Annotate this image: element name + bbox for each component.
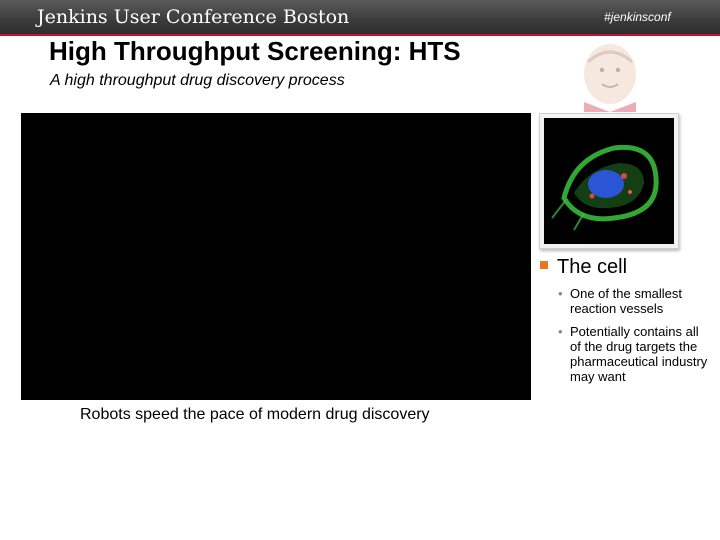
bullet-square-icon bbox=[540, 261, 548, 269]
bullet-dot-icon: • bbox=[558, 286, 563, 301]
header-bar: Jenkins User Conference Boston #jenkinsc… bbox=[0, 0, 720, 34]
cell-image-frame bbox=[539, 113, 679, 249]
cell-microscopy-image bbox=[544, 118, 674, 244]
bullet-main-text: The cell bbox=[557, 256, 628, 278]
bullet-the-cell: The cell bbox=[540, 256, 627, 279]
slide-subtitle: A high throughput drug discovery process bbox=[50, 72, 345, 89]
sub-bullet-text: Potentially contains all of the drug tar… bbox=[570, 324, 708, 384]
sub-bullet: • Potentially contains all of the drug t… bbox=[558, 324, 708, 384]
conference-title: Jenkins User Conference Boston bbox=[37, 6, 350, 28]
sub-bullet: • One of the smallest reaction vessels bbox=[558, 286, 708, 316]
video-caption: Robots speed the pace of modern drug dis… bbox=[80, 406, 430, 423]
slide-title: High Throughput Screening: HTS bbox=[49, 36, 461, 66]
bullet-dot-icon: • bbox=[558, 324, 563, 339]
hashtag-label: #jenkinsconf bbox=[604, 10, 671, 24]
video-player[interactable] bbox=[21, 113, 531, 400]
jenkins-mascot-icon bbox=[584, 44, 636, 112]
sub-bullet-text: One of the smallest reaction vessels bbox=[570, 286, 682, 316]
